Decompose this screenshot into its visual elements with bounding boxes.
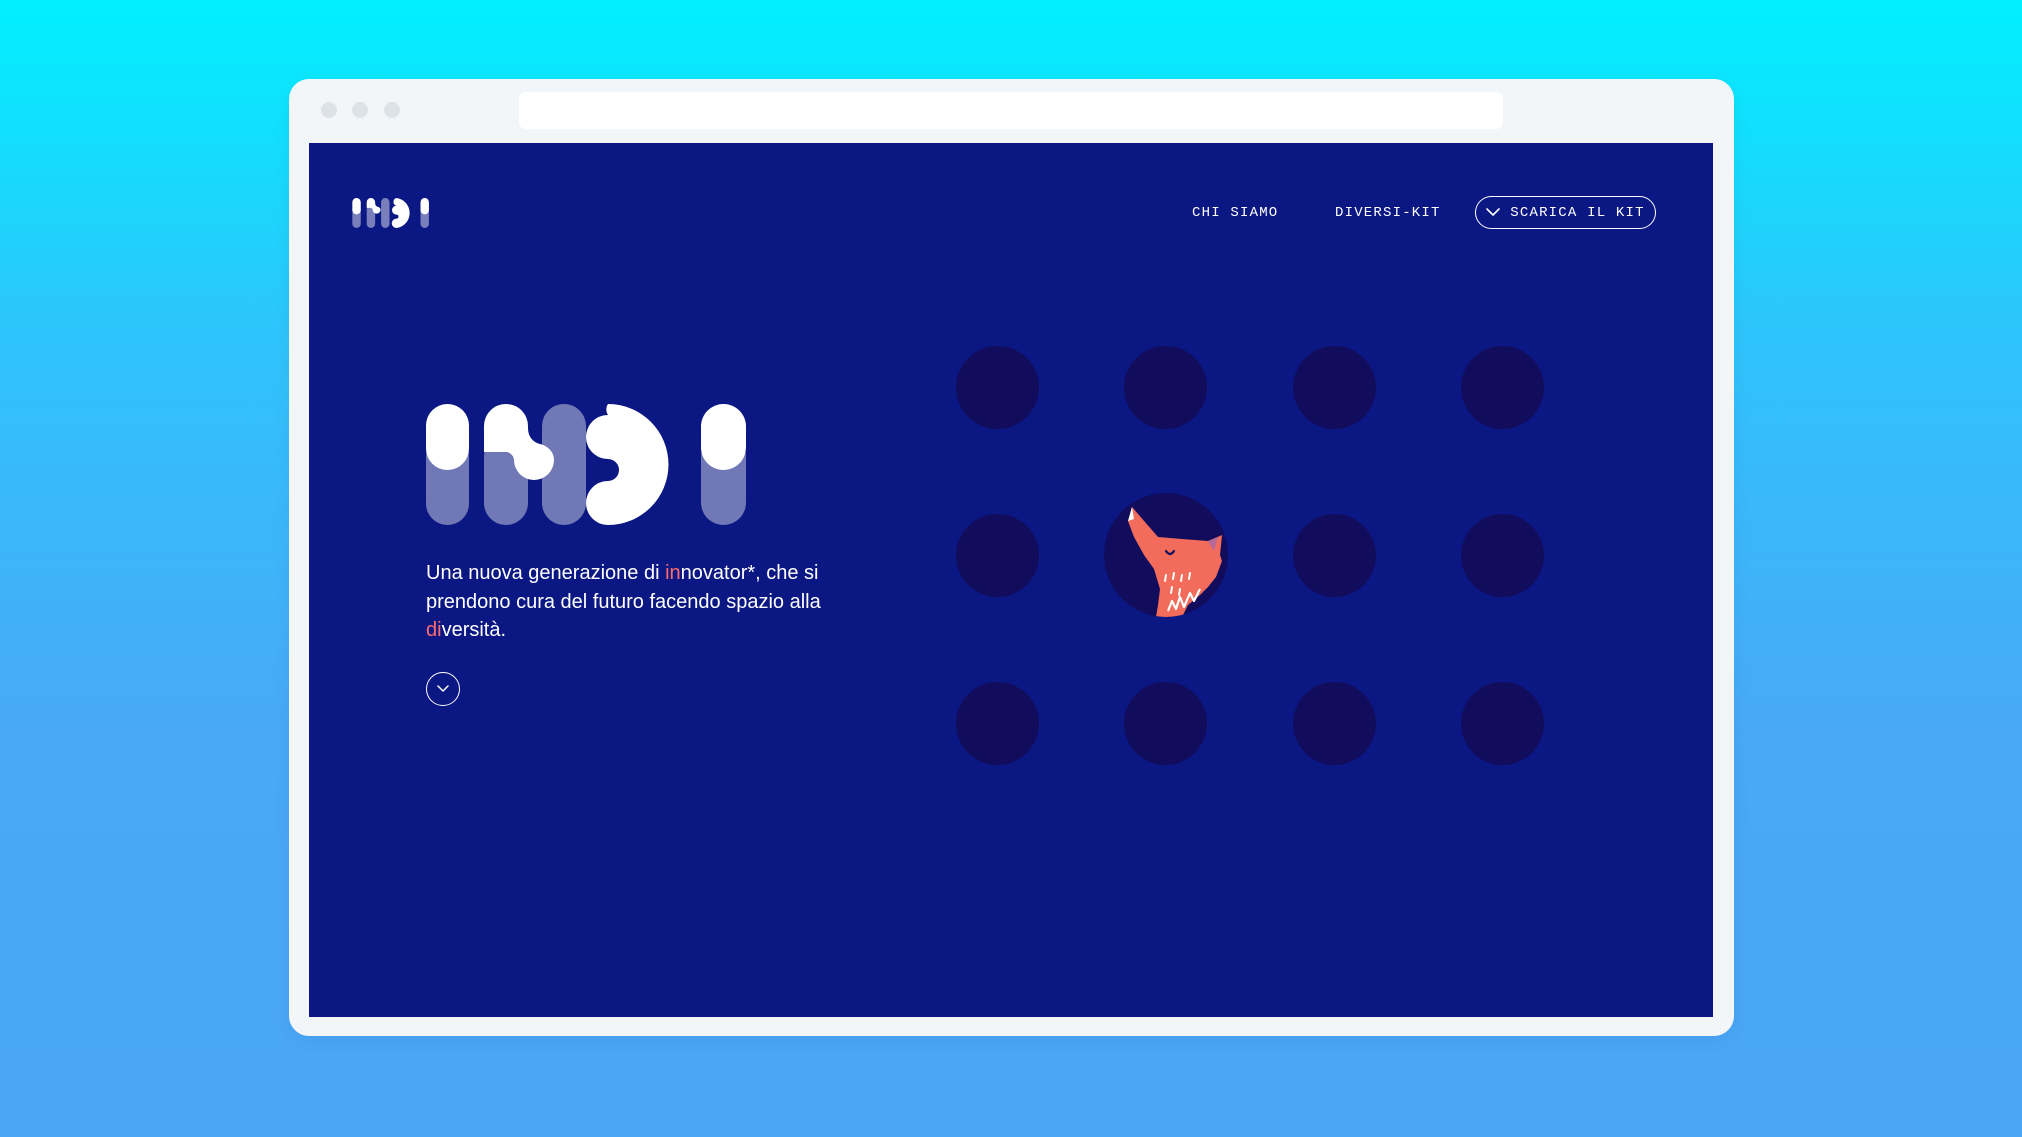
nav-link-diversi-kit[interactable]: DIVERSI-KIT <box>1335 205 1441 221</box>
nav-link-chi-siamo[interactable]: CHI SIAMO <box>1192 205 1278 221</box>
tagline-text: versità. <box>441 619 507 641</box>
indi-logo-icon <box>426 404 746 525</box>
tagline-text: Una nuova generazione di <box>426 562 666 584</box>
dot <box>1293 346 1376 429</box>
dot <box>1293 514 1376 597</box>
scroll-down-button[interactable] <box>426 672 460 706</box>
address-bar[interactable] <box>519 92 1503 129</box>
page-viewport: CHI SIAMO DIVERSI-KIT SCARICA IL KIT Una… <box>309 143 1713 1017</box>
chevron-down-icon <box>437 685 449 693</box>
window-dot-icon <box>321 102 337 118</box>
chevron-down-icon <box>1486 208 1501 217</box>
dot <box>1293 682 1376 765</box>
indi-logo-icon[interactable] <box>352 198 432 228</box>
download-kit-label: SCARICA IL KIT <box>1510 204 1645 221</box>
window-dot-icon <box>384 102 400 118</box>
dot <box>956 514 1039 597</box>
dot <box>956 682 1039 765</box>
dot <box>1124 346 1207 429</box>
dot <box>1124 682 1207 765</box>
dot <box>1461 346 1544 429</box>
window-dot-icon <box>352 102 368 118</box>
tagline-highlight: di <box>426 619 442 641</box>
dot <box>1461 682 1544 765</box>
dot-grid <box>956 346 1556 766</box>
dot <box>956 346 1039 429</box>
tagline-highlight: in <box>665 562 681 584</box>
download-kit-button[interactable]: SCARICA IL KIT <box>1475 196 1656 229</box>
hero-tagline: Una nuova generazione di innovator*, che… <box>426 559 896 645</box>
dot <box>1461 514 1544 597</box>
fox-icon <box>1128 507 1222 617</box>
fox-dot <box>1104 493 1228 617</box>
